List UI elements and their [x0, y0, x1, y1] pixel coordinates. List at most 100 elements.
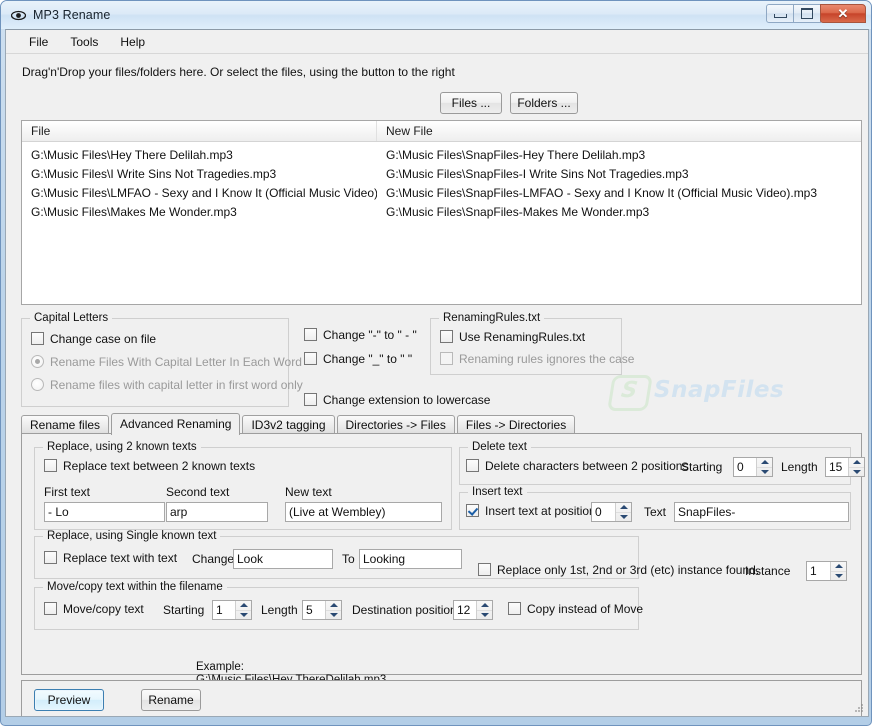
label-move-length: Length — [261, 603, 298, 617]
checkbox-label: Renaming rules ignores the case — [459, 352, 635, 366]
checkbox-icon — [304, 393, 317, 406]
replace-two-texts-group: Replace, using 2 known texts Replace tex… — [34, 441, 452, 530]
column-header-new-file[interactable]: New File — [377, 121, 861, 141]
checkbox-rules-ignore-case[interactable]: Renaming rules ignores the case — [440, 352, 634, 366]
move-length-stepper[interactable]: 5 — [302, 600, 342, 620]
tab-directories-to-files[interactable]: Directories -> Files — [336, 415, 455, 434]
to-input[interactable] — [359, 549, 462, 569]
maximize-button[interactable] — [793, 4, 821, 23]
checkbox-replace-between-two-texts[interactable]: Replace text between 2 known texts — [44, 459, 255, 473]
label-move-starting: Starting — [163, 603, 205, 617]
checkbox-change-dash[interactable]: Change "-" to " - " — [304, 328, 417, 342]
label-new-text: New text — [285, 485, 332, 499]
tab-advanced-renaming[interactable]: Advanced Renaming — [111, 413, 241, 435]
menu-bar: File Tools Help — [6, 30, 868, 54]
checkbox-label: Delete characters between 2 positions — [485, 459, 689, 473]
radio-capital-each-word[interactable]: Rename Files With Capital Letter In Each… — [31, 355, 302, 369]
window-title: MP3 Rename — [33, 8, 111, 22]
cell-file: G:\Music Files\LMFAO - Sexy and I Know I… — [31, 185, 377, 200]
destination-position-stepper[interactable]: 12 — [453, 600, 493, 620]
stepper-arrows[interactable] — [476, 601, 492, 619]
radio-label: Rename Files With Capital Letter In Each… — [50, 355, 302, 369]
checkbox-delete-characters[interactable]: Delete characters between 2 positions — [466, 459, 688, 473]
stepper-arrows[interactable] — [325, 601, 341, 619]
stepper-arrows[interactable] — [756, 458, 772, 476]
table-row[interactable]: G:\Music Files\Makes Me Wonder.mp3 G:\Mu… — [22, 202, 861, 221]
cell-file: G:\Music Files\I Write Sins Not Tragedie… — [31, 166, 277, 181]
close-button[interactable]: ✕ — [820, 4, 866, 23]
drop-hint-text: Drag'n'Drop your files/folders here. Or … — [22, 65, 455, 79]
delete-text-group: Delete text Delete characters between 2 … — [459, 441, 865, 485]
column-header-file[interactable]: File — [22, 121, 377, 141]
cell-new-file: G:\Music Files\SnapFiles-LMFAO - Sexy an… — [386, 185, 818, 200]
capital-letters-legend: Capital Letters — [30, 312, 113, 324]
tab-id3v2-tagging[interactable]: ID3v2 tagging — [242, 415, 335, 434]
table-row[interactable]: G:\Music Files\LMFAO - Sexy and I Know I… — [22, 183, 861, 202]
checkbox-label: Replace text with text — [63, 551, 178, 565]
tab-files-to-directories[interactable]: Files -> Directories — [456, 415, 576, 434]
menu-help[interactable]: Help — [109, 32, 156, 52]
delete-starting-stepper[interactable]: 0 — [733, 457, 773, 477]
first-text-input[interactable] — [44, 502, 165, 522]
delete-length-value: 15 — [829, 460, 843, 474]
checkbox-change-extension-lowercase[interactable]: Change extension to lowercase — [304, 393, 490, 407]
checkbox-change-underscore[interactable]: Change "_" to " " — [304, 352, 412, 366]
snapfiles-watermark: SnapFiles — [607, 375, 810, 411]
checkbox-icon — [44, 602, 57, 615]
checkbox-use-renaming-rules[interactable]: Use RenamingRules.txt — [440, 330, 585, 344]
checkbox-insert-at-position[interactable]: Insert text at position — [466, 504, 596, 518]
title-bar: MP3 Rename ✕ — [1, 1, 871, 29]
minimize-button[interactable] — [766, 4, 794, 23]
move-starting-value: 1 — [216, 603, 223, 617]
checkbox-icon — [31, 332, 44, 345]
move-copy-legend: Move/copy text within the filename — [43, 581, 227, 593]
menu-file[interactable]: File — [18, 32, 59, 52]
cell-file: G:\Music Files\Makes Me Wonder.mp3 — [31, 204, 237, 219]
checkbox-label: Replace text between 2 known texts — [63, 459, 256, 473]
move-starting-stepper[interactable]: 1 — [212, 600, 252, 620]
tab-rename-files[interactable]: Rename files — [21, 415, 110, 434]
label-to: To — [342, 552, 355, 566]
checkbox-move-copy-text[interactable]: Move/copy text — [44, 602, 144, 616]
delete-length-stepper[interactable]: 15 — [825, 457, 865, 477]
footer-bar: Preview Rename — [21, 680, 862, 716]
files-button[interactable]: Files ... — [440, 92, 502, 114]
stepper-arrows[interactable] — [615, 503, 631, 521]
drop-hint-row: Drag'n'Drop your files/folders here. Or … — [6, 55, 868, 89]
replace-single-legend: Replace, using Single known text — [43, 530, 221, 542]
instance-stepper[interactable]: 1 — [806, 561, 847, 581]
cell-new-file: G:\Music Files\SnapFiles-I Write Sins No… — [386, 166, 689, 181]
preview-button[interactable]: Preview — [34, 689, 104, 711]
checkbox-replace-only-nth-instance[interactable]: Replace only 1st, 2nd or 3rd (etc) insta… — [478, 563, 759, 577]
radio-capital-first-word[interactable]: Rename files with capital letter in firs… — [31, 378, 303, 392]
stepper-arrows[interactable] — [848, 458, 864, 476]
new-text-input[interactable] — [285, 502, 442, 522]
folders-button[interactable]: Folders ... — [510, 92, 578, 114]
menu-tools[interactable]: Tools — [59, 32, 109, 52]
file-list[interactable]: File New File G:\Music Files\Hey There D… — [21, 120, 862, 305]
checkbox-change-case-on-file[interactable]: Change case on file — [31, 332, 156, 346]
label-destination-position: Destination position — [352, 603, 457, 617]
checkbox-copy-instead-of-move[interactable]: Copy instead of Move — [508, 602, 643, 616]
second-text-input[interactable] — [166, 502, 268, 522]
label-second-text: Second text — [166, 485, 230, 499]
label-delete-length: Length — [781, 460, 818, 474]
stepper-arrows[interactable] — [830, 562, 846, 580]
eye-icon — [10, 9, 27, 22]
change-input[interactable] — [233, 549, 333, 569]
table-row[interactable]: G:\Music Files\I Write Sins Not Tragedie… — [22, 164, 861, 183]
insert-text-input[interactable] — [674, 502, 849, 522]
checkbox-replace-text-with-text[interactable]: Replace text with text — [44, 551, 177, 565]
insert-position-stepper[interactable]: 0 — [591, 502, 632, 522]
delete-starting-value: 0 — [737, 460, 744, 474]
insert-text-group: Insert text Insert text at position 0 Te… — [459, 486, 851, 530]
label-insert-text: Text — [644, 505, 667, 519]
rename-button[interactable]: Rename — [141, 689, 201, 711]
renaming-rules-legend: RenamingRules.txt — [439, 312, 545, 324]
stepper-arrows[interactable] — [235, 601, 251, 619]
table-row[interactable]: G:\Music Files\Hey There Delilah.mp3 G:\… — [22, 145, 861, 164]
snapfiles-logo-icon — [607, 375, 653, 411]
renaming-rules-group: RenamingRules.txt Use RenamingRules.txt … — [430, 312, 634, 375]
radio-icon — [31, 378, 44, 391]
resize-grip-icon[interactable] — [853, 702, 865, 714]
